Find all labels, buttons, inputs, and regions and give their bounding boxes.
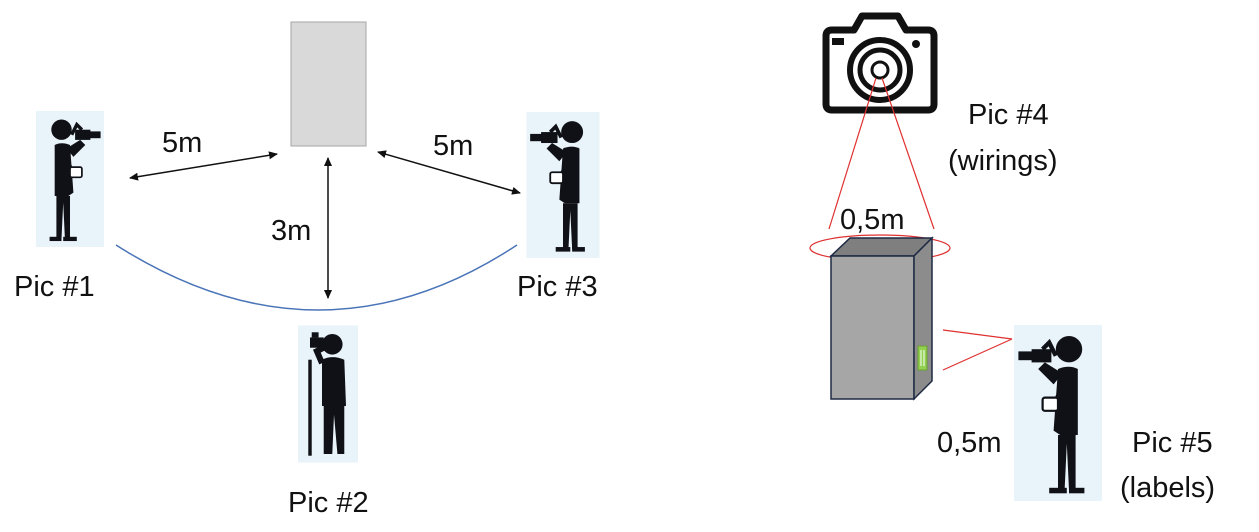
- left-setup: 5m 5m 3m Pic #1 Pic #2 Pic #3: [14, 21, 600, 519]
- camera-icon: [822, 12, 938, 114]
- photographer-icon: [36, 109, 104, 249]
- side-shot-note: (labels): [1120, 472, 1215, 504]
- position-label-3: Pic #3: [517, 271, 598, 303]
- view-line: [942, 338, 1013, 371]
- diagram-svg: 5m 5m 3m Pic #1 Pic #2 Pic #3 Pic #4 (wi…: [14, 12, 1215, 519]
- distance-left-label: 5m: [162, 127, 202, 159]
- top-shot-label: Pic #4: [968, 99, 1049, 131]
- view-line: [942, 329, 1013, 340]
- photographer-icon: [298, 325, 358, 462]
- photographer-icon: [527, 112, 600, 258]
- path-arc: [115, 244, 518, 311]
- side-shot-distance: 0,5m: [937, 427, 1001, 459]
- target-object: [290, 21, 367, 147]
- cabinet: [809, 234, 951, 401]
- top-shot-distance: 0,5m: [840, 204, 904, 236]
- distance-right-label: 5m: [433, 130, 473, 162]
- position-label-1: Pic #1: [14, 271, 95, 303]
- label-tag: [917, 345, 928, 371]
- right-setup: Pic #4 (wirings) 0,5m 0,5m Pic #5 (label…: [809, 12, 1215, 504]
- distance-center-label: 3m: [271, 215, 311, 247]
- photographer-icon: [1014, 325, 1102, 501]
- top-shot-note: (wirings): [948, 145, 1058, 177]
- position-label-2: Pic #2: [288, 487, 369, 519]
- side-shot-label: Pic #5: [1132, 427, 1213, 459]
- arrow-left-distance: [129, 151, 278, 181]
- diagram-canvas: 5m 5m 3m Pic #1 Pic #2 Pic #3 Pic #4 (wi…: [0, 0, 1259, 527]
